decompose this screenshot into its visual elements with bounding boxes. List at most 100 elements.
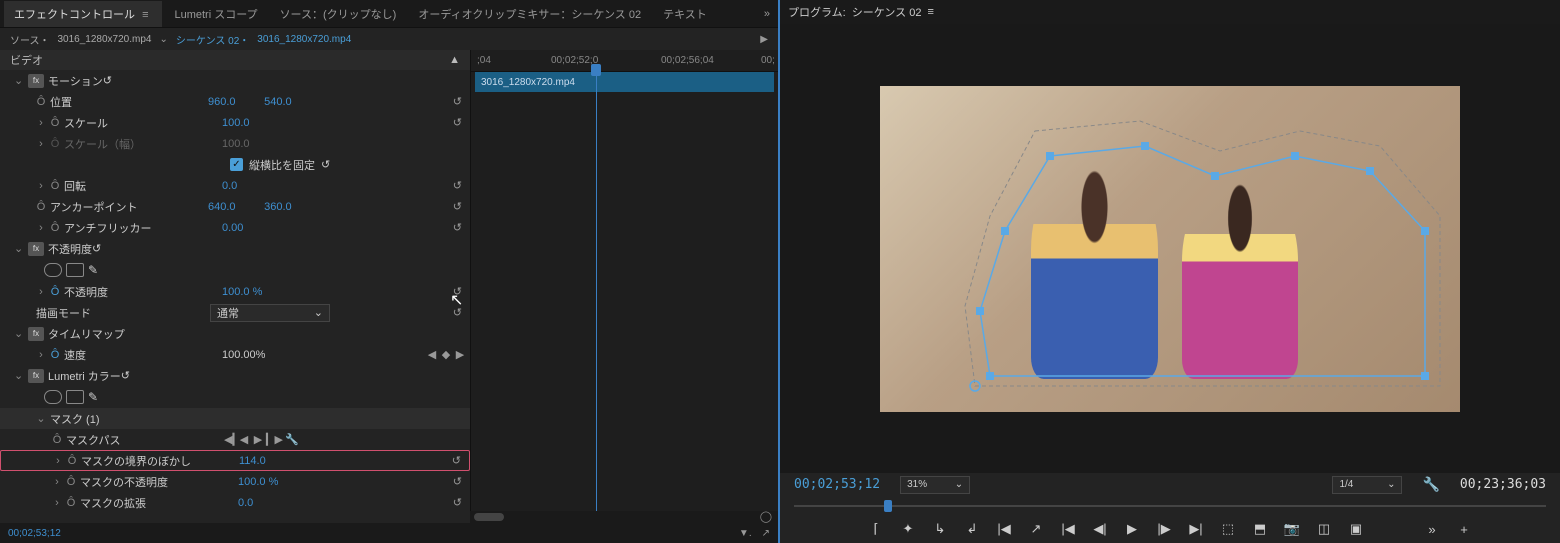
mini-ruler[interactable]: ;04 00;02;52;0 00;02;56;04 00;	[471, 50, 778, 72]
next-keyframe-icon[interactable]: ▶	[454, 348, 466, 361]
tab-text[interactable]: テキスト	[653, 1, 717, 27]
track-next-icon[interactable]: ▎▶	[266, 433, 278, 446]
program-timecode-current[interactable]: 00;02;53;12	[794, 477, 880, 492]
rect-mask-button[interactable]	[66, 263, 84, 277]
play-icon[interactable]: ▶	[760, 34, 768, 45]
resolution-dropdown[interactable]: 1/4⌄	[1332, 476, 1402, 494]
step-fwd-icon[interactable]: ▶|	[1187, 521, 1205, 537]
mark-in-icon[interactable]: ⌈	[867, 521, 885, 537]
out-icon[interactable]: ↲	[963, 521, 981, 537]
reset-icon[interactable]: ↺	[453, 179, 462, 192]
anchor-y[interactable]: 360.0	[264, 201, 314, 213]
position-y[interactable]: 540.0	[264, 96, 314, 108]
sequence-clip[interactable]: 3016_1280x720.mp4	[257, 34, 351, 45]
reset-icon[interactable]: ↺	[121, 369, 130, 382]
scrub-track[interactable]	[794, 505, 1546, 507]
program-scrubber[interactable]	[794, 498, 1546, 514]
antiflicker-value[interactable]: 0.00	[222, 222, 272, 234]
reset-icon[interactable]: ↺	[453, 221, 462, 234]
playhead-head[interactable]	[591, 64, 601, 76]
anchor-x[interactable]: 640.0	[208, 201, 258, 213]
mask1-header[interactable]: ⌄ マスク (1)	[0, 408, 470, 429]
ellipse-mask-button[interactable]	[44, 390, 62, 404]
maskfeather-value[interactable]: 114.0	[239, 455, 289, 467]
chevron-right-icon[interactable]: ›	[34, 286, 48, 298]
camera-icon[interactable]: 📷	[1283, 521, 1301, 537]
timeremap-header[interactable]: ⌄ fx タイムリマップ	[0, 323, 470, 344]
stopwatch-icon[interactable]: Ô	[48, 117, 62, 129]
circle-icon[interactable]: ◯	[760, 510, 772, 523]
track-back-icon[interactable]: ◀▎	[224, 433, 236, 446]
reset-icon[interactable]: ↺	[453, 285, 462, 298]
stopwatch-icon[interactable]: Ô	[48, 180, 62, 192]
reset-icon[interactable]: ↺	[453, 200, 462, 213]
reset-icon[interactable]: ↺	[103, 74, 112, 87]
speed-value[interactable]: 100.00%	[222, 349, 272, 361]
frame-fwd-icon[interactable]: |▶	[1155, 521, 1173, 537]
chevron-right-icon[interactable]: ›	[34, 117, 48, 129]
track-fwd-icon[interactable]: ▶	[252, 433, 264, 446]
reset-icon[interactable]: ↺	[453, 306, 462, 319]
collapse-icon[interactable]: ▲	[449, 54, 460, 66]
ellipse-mask-button[interactable]	[44, 263, 62, 277]
stopwatch-icon[interactable]: Ô	[48, 222, 62, 234]
chevron-down-icon[interactable]: ⌄	[14, 369, 28, 382]
fx-badge[interactable]: fx	[28, 369, 44, 383]
tab-effect-controls[interactable]: エフェクトコントロール ≡	[4, 1, 162, 27]
reset-icon[interactable]: ↺	[452, 454, 461, 467]
lift-icon[interactable]: ⬚	[1219, 521, 1237, 537]
export-icon[interactable]: ↗	[762, 528, 770, 539]
mask-handles[interactable]	[970, 142, 1429, 391]
chevron-down-icon[interactable]: ⌄	[34, 412, 48, 425]
lumetri-header[interactable]: ⌄ fx Lumetri カラー ↺	[0, 365, 470, 386]
rect-mask-button[interactable]	[66, 390, 84, 404]
stopwatch-icon[interactable]: Ô	[34, 96, 48, 108]
panel-menu-icon[interactable]: ≡	[138, 9, 152, 21]
fx-badge[interactable]: fx	[28, 74, 44, 88]
chevron-down-icon[interactable]: ⌄	[14, 74, 28, 87]
maskopacity-value[interactable]: 100.0 %	[238, 476, 288, 488]
reset-icon[interactable]: ↺	[453, 496, 462, 509]
reset-icon[interactable]: ↺	[92, 242, 101, 255]
stopwatch-icon[interactable]: Ô	[64, 497, 78, 509]
chevron-down-icon[interactable]: ⌄	[14, 327, 28, 340]
tabs-overflow-icon[interactable]: »	[760, 8, 774, 20]
source-clip[interactable]: 3016_1280x720.mp4	[58, 34, 152, 45]
mini-clip-bar[interactable]: 3016_1280x720.mp4	[475, 72, 774, 92]
play-button[interactable]: ▶	[1123, 521, 1141, 537]
chevron-right-icon[interactable]: ›	[51, 455, 65, 467]
scale-value[interactable]: 100.0	[222, 117, 272, 129]
position-x[interactable]: 960.0	[208, 96, 258, 108]
chevron-down-icon[interactable]: ⌄	[14, 242, 28, 255]
chevron-right-icon[interactable]: ›	[50, 497, 64, 509]
sequence-link[interactable]: シーケンス 02・	[176, 32, 249, 47]
chevron-down-icon[interactable]: ⌄	[159, 34, 167, 45]
program-sequence-name[interactable]: シーケンス 02	[852, 4, 922, 20]
panel-menu-icon[interactable]: ≡	[927, 6, 933, 18]
reset-icon[interactable]: ↺	[321, 158, 330, 171]
stopwatch-icon[interactable]: Ô	[48, 349, 62, 361]
pen-mask-button[interactable]: ✎	[88, 390, 98, 404]
add-keyframe-icon[interactable]: ◆	[440, 348, 452, 361]
export-frame-icon[interactable]: ↗	[1027, 521, 1045, 537]
motion-header[interactable]: ⌄ fx モーション ↺	[0, 70, 470, 91]
lock-aspect-checkbox[interactable]: ✓	[230, 158, 243, 171]
frame-back-icon[interactable]: ◀|	[1091, 521, 1109, 537]
reset-icon[interactable]: ↺	[453, 475, 462, 488]
program-frame[interactable]	[880, 86, 1460, 412]
stopwatch-icon[interactable]: Ô	[50, 434, 64, 446]
chevron-right-icon[interactable]: ›	[50, 476, 64, 488]
opacity-value[interactable]: 100.0 %	[222, 286, 272, 298]
reset-icon[interactable]: ↺	[453, 116, 462, 129]
stopwatch-icon[interactable]: Ô	[65, 455, 79, 467]
tab-audio-mixer[interactable]: オーディオクリップミキサー：シーケンス 02	[408, 1, 651, 27]
in-icon[interactable]: ↳	[931, 521, 949, 537]
maskexp-value[interactable]: 0.0	[238, 497, 288, 509]
mini-scrollbar[interactable]: ◯	[470, 511, 778, 523]
go-in-icon[interactable]: |◀	[995, 521, 1013, 537]
mask-overlay[interactable]	[880, 86, 1460, 412]
compare-icon[interactable]: ◫	[1315, 521, 1333, 537]
overflow-icon[interactable]: »	[1423, 522, 1441, 537]
tab-lumetri-scopes[interactable]: Lumetri スコープ	[164, 1, 267, 27]
tab-source[interactable]: ソース：(クリップなし)	[270, 1, 407, 27]
